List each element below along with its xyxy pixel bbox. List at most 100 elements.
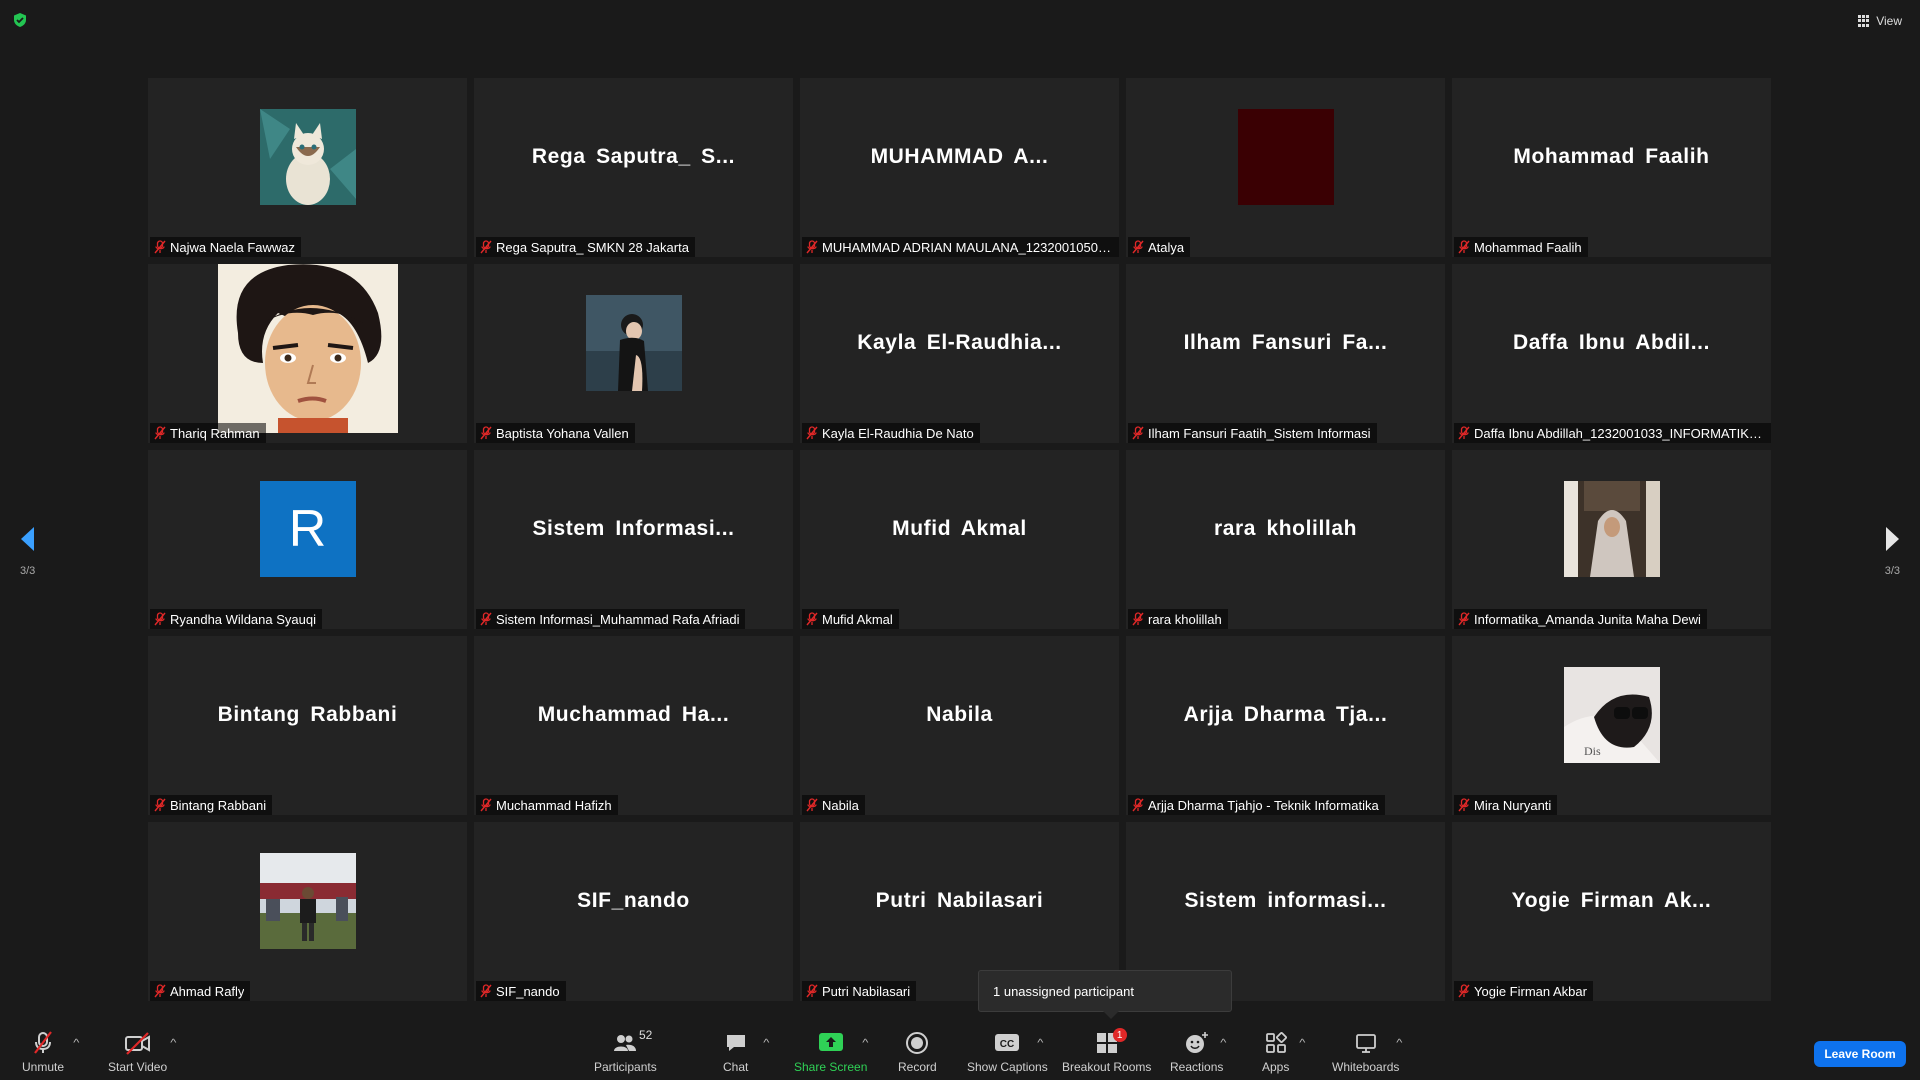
- participant-name: Ryandha Wildana Syauqi: [170, 611, 316, 627]
- participant-name: Daffa Ibnu Abdillah_1232001033_INFORMATI…: [1474, 425, 1766, 441]
- unmute-button[interactable]: Unmute: [22, 1030, 64, 1074]
- whiteboards-options-caret[interactable]: ^: [1396, 1038, 1402, 1049]
- participant-tile[interactable]: Thariq Rahman: [148, 264, 467, 443]
- participant-tile[interactable]: Baptista Yohana Vallen: [474, 264, 793, 443]
- tile-center: Mufid Akmal: [800, 450, 1119, 607]
- participant-display-name: Mohammad Faalih: [1513, 144, 1710, 168]
- breakout-rooms-button[interactable]: 1 Breakout Rooms: [1062, 1028, 1152, 1074]
- chat-options-caret[interactable]: ^: [763, 1038, 769, 1049]
- mic-off-icon: [806, 984, 818, 998]
- participant-name-caption: Najwa Naela Fawwaz: [150, 237, 301, 257]
- participant-name: Mira Nuryanti: [1474, 797, 1552, 813]
- share-screen-button[interactable]: Share Screen: [794, 1030, 867, 1074]
- participant-name: Putri Nabilasari: [822, 983, 911, 999]
- leave-room-label: Leave Room: [1824, 1047, 1896, 1061]
- participant-tile[interactable]: rara kholillah rara kholillah: [1126, 450, 1445, 629]
- record-button[interactable]: Record: [898, 1030, 937, 1074]
- participant-display-name: Daffa Ibnu Abdil...: [1512, 330, 1711, 354]
- tile-center: Ilham Fansuri Fa...: [1126, 264, 1445, 421]
- participant-name: Mohammad Faalih: [1474, 239, 1582, 255]
- participant-tile[interactable]: Mohammad Faalih Mohammad Faalih: [1452, 78, 1771, 257]
- share-options-caret[interactable]: ^: [862, 1038, 868, 1049]
- participant-tile[interactable]: Rega Saputra_ S... Rega Saputra_ SMKN 28 …: [474, 78, 793, 257]
- breakout-rooms-label: Breakout Rooms: [1062, 1060, 1152, 1074]
- audio-options-caret[interactable]: ^: [73, 1038, 79, 1049]
- participant-tile[interactable]: Informatika_Amanda Junita Maha Dewi: [1452, 450, 1771, 629]
- chat-icon: [724, 1030, 748, 1056]
- participants-button[interactable]: 52 Participants: [594, 1028, 657, 1074]
- leave-room-button[interactable]: Leave Room: [1814, 1041, 1906, 1067]
- mic-off-icon: [154, 426, 166, 440]
- participant-tile[interactable]: Nabila Nabila: [800, 636, 1119, 815]
- participant-tile[interactable]: Muchammad Ha... Muchammad Hafizh: [474, 636, 793, 815]
- participant-tile[interactable]: Arjja Dharma Tja... Arjja Dharma Tjahjo -…: [1126, 636, 1445, 815]
- mic-off-icon: [154, 612, 166, 626]
- shield-check-icon[interactable]: [12, 12, 28, 28]
- reactions-button[interactable]: Reactions: [1170, 1030, 1223, 1074]
- participant-tile[interactable]: Kayla El-Raudhia... Kayla El-Raudhia De N…: [800, 264, 1119, 443]
- participant-name: Thariq Rahman: [170, 425, 260, 441]
- participant-name-caption: Putri Nabilasari: [802, 981, 917, 1001]
- apps-icon: [1264, 1030, 1288, 1056]
- avatar: [259, 852, 356, 949]
- previous-page-arrow-icon[interactable]: [18, 524, 38, 554]
- view-button[interactable]: View: [1858, 10, 1902, 32]
- participant-name: Muchammad Hafizh: [496, 797, 612, 813]
- tile-center: Rega Saputra_ S...: [474, 78, 793, 235]
- participant-name: Rega Saputra_ SMKN 28 Jakarta: [496, 239, 689, 255]
- participant-name-caption: Mufid Akmal: [802, 609, 899, 629]
- participant-tile[interactable]: Daffa Ibnu Abdil... Daffa Ibnu Abdillah_1…: [1452, 264, 1771, 443]
- participant-tile[interactable]: R Ryandha Wildana Syauqi: [148, 450, 467, 629]
- mic-off-icon: [154, 240, 166, 254]
- participant-name-caption: Arjja Dharma Tjahjo - Teknik Informatika: [1128, 795, 1385, 815]
- participant-name-caption: Sistem Informasi_Muhammad Rafa Afriadi: [476, 609, 746, 629]
- tile-center: Kayla El-Raudhia...: [800, 264, 1119, 421]
- participant-tile[interactable]: SIF_nando SIF_nando: [474, 822, 793, 1001]
- mic-off-icon: [1458, 240, 1470, 254]
- apps-options-caret[interactable]: ^: [1299, 1038, 1305, 1049]
- tile-center: Sistem informasi...: [1126, 822, 1445, 979]
- chat-label: Chat: [723, 1060, 749, 1074]
- participant-tile[interactable]: Mufid Akmal Mufid Akmal: [800, 450, 1119, 629]
- show-captions-button[interactable]: CC Show Captions: [967, 1030, 1048, 1074]
- participant-name: Atalya: [1148, 239, 1185, 255]
- participants-icon: 52: [612, 1028, 652, 1056]
- reactions-options-caret[interactable]: ^: [1220, 1038, 1226, 1049]
- participant-tile[interactable]: Najwa Naela Fawwaz: [148, 78, 467, 257]
- participant-name-caption: Kayla El-Raudhia De Nato: [802, 423, 980, 443]
- avatar: [1563, 480, 1660, 577]
- next-page-arrow-icon[interactable]: [1882, 524, 1902, 554]
- participants-label: Participants: [594, 1060, 657, 1074]
- whiteboards-button[interactable]: Whiteboards: [1332, 1030, 1399, 1074]
- share-screen-label: Share Screen: [794, 1060, 868, 1074]
- avatar-letter: R: [288, 499, 327, 558]
- tile-center: [148, 264, 467, 433]
- view-label: View: [1876, 14, 1902, 28]
- avatar: [585, 294, 682, 391]
- participant-tile[interactable]: Yogie Firman Ak... Yogie Firman Akbar: [1452, 822, 1771, 1001]
- svg-text:CC: CC: [1000, 1039, 1014, 1050]
- whiteboards-label: Whiteboards: [1332, 1060, 1400, 1074]
- participant-name: Ahmad Rafly: [170, 983, 245, 999]
- closed-captions-icon: CC: [994, 1030, 1020, 1056]
- start-video-button[interactable]: Start Video: [108, 1030, 167, 1074]
- participant-tile[interactable]: Dis Mira Nuryanti: [1452, 636, 1771, 815]
- chat-button[interactable]: Chat: [723, 1030, 748, 1074]
- participant-name-caption: Ryandha Wildana Syauqi: [150, 609, 322, 629]
- participant-tile[interactable]: Atalya: [1126, 78, 1445, 257]
- apps-button[interactable]: Apps: [1262, 1030, 1289, 1074]
- captions-options-caret[interactable]: ^: [1037, 1038, 1043, 1049]
- reactions-label: Reactions: [1170, 1060, 1224, 1074]
- page-indicator-right: 3/3: [1884, 565, 1900, 577]
- mic-off-icon: [1458, 426, 1470, 440]
- video-options-caret[interactable]: ^: [170, 1038, 176, 1049]
- avatar: [217, 264, 398, 433]
- tile-center: Sistem Informasi...: [474, 450, 793, 607]
- participant-tile[interactable]: Ilham Fansuri Fa... Ilham Fansuri Faatih_…: [1126, 264, 1445, 443]
- mic-off-icon: [1132, 612, 1144, 626]
- participant-tile[interactable]: Sistem Informasi... Sistem Informasi_Muha…: [474, 450, 793, 629]
- participant-tile[interactable]: MUHAMMAD A... MUHAMMAD ADRIAN MAULANA_123…: [800, 78, 1119, 257]
- participant-tile[interactable]: Ahmad Rafly: [148, 822, 467, 1001]
- mic-off-icon: [1458, 798, 1470, 812]
- participant-tile[interactable]: Bintang Rabbani Bintang Rabbani: [148, 636, 467, 815]
